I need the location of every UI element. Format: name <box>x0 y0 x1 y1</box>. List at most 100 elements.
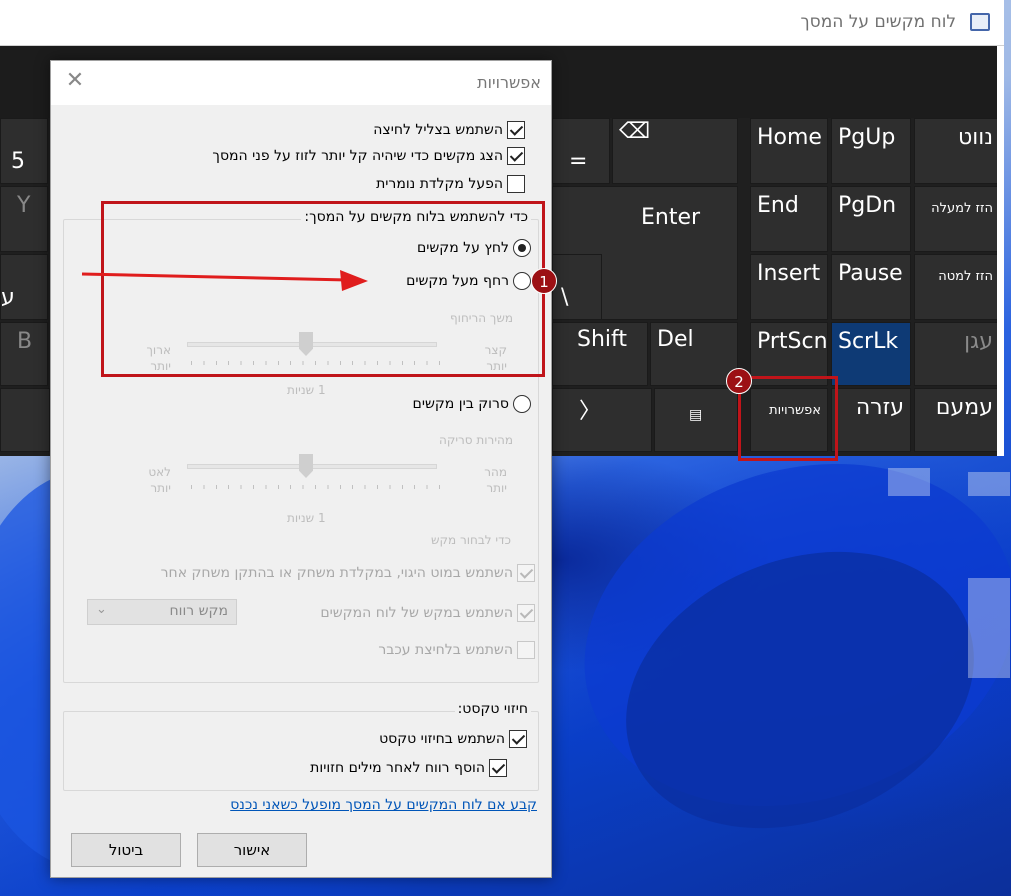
key-label: B <box>17 329 33 354</box>
numpad-checkbox[interactable] <box>507 175 525 193</box>
joystick-label: השתמש במוט היגוי, במקלדת משחק או בהתקן מ… <box>160 565 513 581</box>
key-label: Home <box>757 125 822 150</box>
key-insert[interactable]: Insert <box>750 254 828 320</box>
key-arrow[interactable]: 〉 <box>552 388 652 452</box>
text-prediction-checkbox[interactable] <box>509 730 527 748</box>
scan-speed-value: 1 שניות <box>287 511 326 525</box>
dialog-titlebar: אפשרויות ✕ <box>51 61 551 105</box>
key-menu[interactable]: ▤ <box>654 388 738 452</box>
key-label: עזרה <box>855 395 904 420</box>
numpad-option[interactable]: הפעל מקלדת נומרית <box>376 175 525 193</box>
scan-fast-label-2: יותר <box>486 481 507 495</box>
chevron-right-icon: 〉 <box>579 399 602 424</box>
osk-titlebar: לוח מקשים על המסך <box>0 0 1004 46</box>
scan-keys-label: סרוק בין מקשים <box>412 396 509 412</box>
key-pgdn[interactable]: PgDn <box>831 186 911 252</box>
scan-keys-radio[interactable] <box>513 395 531 413</box>
joystick-option[interactable]: השתמש במוט היגוי, במקלדת משחק או בהתקן מ… <box>161 564 535 582</box>
joystick-checkbox[interactable] <box>517 564 535 582</box>
click-sound-label: השתמש בצליל לחיצה <box>373 122 503 138</box>
desktop-icon[interactable] <box>968 578 1010 678</box>
key-label: Insert <box>757 261 821 286</box>
scan-speed-ticks <box>191 485 441 489</box>
key-nav[interactable]: נווט <box>914 118 1000 184</box>
mouse-click-option[interactable]: השתמש בלחיצת עכבר <box>378 641 535 659</box>
key-space-left[interactable] <box>0 388 50 452</box>
add-space-checkbox[interactable] <box>489 759 507 777</box>
scan-slow-label-2: יותר <box>150 481 171 495</box>
key-label: Y <box>17 193 31 218</box>
desktop-icon[interactable] <box>968 472 1010 496</box>
key-ayin[interactable]: ע <box>0 254 48 320</box>
key-label: PgUp <box>838 125 896 150</box>
osk-window-title: לוח מקשים על המסך <box>800 12 956 32</box>
scan-fast-label: מהר <box>484 465 507 479</box>
key-scrlk[interactable]: ScrLk <box>831 322 911 386</box>
add-space-label: הוסף רווח לאחר מילים חזויות <box>310 760 485 776</box>
radio-scan-keys[interactable]: סרוק בין מקשים <box>413 395 531 413</box>
click-sound-option[interactable]: השתמש בצליל לחיצה <box>373 121 525 139</box>
key-label: PrtScn <box>757 329 828 354</box>
key-label: עגן <box>964 329 993 354</box>
show-keys-label: הצג מקשים כדי שיהיה קל יותר לזוז על פני … <box>212 148 503 164</box>
mouse-click-checkbox[interactable] <box>517 641 535 659</box>
key-home[interactable]: Home <box>750 118 828 184</box>
key-end[interactable]: End <box>750 186 828 252</box>
click-sound-checkbox[interactable] <box>507 121 525 139</box>
backspace-icon: ⌫ <box>619 119 651 144</box>
text-prediction-group-title: חיזוי טקסט: <box>454 701 531 717</box>
arrow-head-icon <box>340 270 368 291</box>
show-keys-option[interactable]: הצג מקשים כדי שיהיה קל יותר לזוז על פני … <box>212 147 525 165</box>
osk-right-edge <box>997 46 1004 456</box>
ok-button[interactable]: אישור <box>197 833 307 867</box>
add-space-option[interactable]: הוסף רווח לאחר מילים חזויות <box>310 759 507 777</box>
key-label: ע <box>1 285 15 310</box>
show-keys-checkbox[interactable] <box>507 147 525 165</box>
scan-key-select[interactable]: מקש רווח ⌄ <box>87 599 237 625</box>
chevron-down-icon: ⌄ <box>96 602 107 617</box>
key-move-down[interactable]: הזז למטה <box>914 254 1000 320</box>
osk-key-checkbox[interactable] <box>517 604 535 622</box>
key-label: 5 <box>11 149 25 174</box>
key-5[interactable]: 5 <box>0 118 48 184</box>
text-prediction-group <box>63 711 539 791</box>
key-label: הזז למטה <box>938 269 993 284</box>
dialog-title: אפשרויות <box>477 73 541 92</box>
key-backslash[interactable]: \ <box>552 254 602 320</box>
key-label: Enter <box>641 205 701 230</box>
key-label: עמעם <box>935 395 993 420</box>
key-shift[interactable]: Shift <box>552 322 648 386</box>
key-label: Shift <box>577 327 628 352</box>
key-dock[interactable]: עגן <box>914 322 1000 386</box>
osk-key-label: השתמש במקש של לוח המקשים <box>320 605 513 621</box>
key-backspace[interactable]: ⌫ <box>612 118 738 184</box>
key-del[interactable]: Del <box>650 322 738 386</box>
key-pause[interactable]: Pause <box>831 254 911 320</box>
key-help[interactable]: עזרה <box>831 388 911 452</box>
key-label: נווט <box>957 125 993 150</box>
key-label: Del <box>657 327 694 352</box>
startup-settings-link[interactable]: קבע אם לוח המקשים על המסך מופעל כשאני נכ… <box>230 797 537 813</box>
osk-key-option[interactable]: השתמש במקש של לוח המקשים <box>320 604 535 622</box>
key-label: PgDn <box>838 193 897 218</box>
options-dialog: אפשרויות ✕ השתמש בצליל לחיצה הצג מקשים כ… <box>50 60 552 878</box>
step-badge-1: 1 <box>531 268 557 294</box>
key-b[interactable]: B <box>0 322 48 386</box>
key-label: הזז למעלה <box>931 201 993 216</box>
menu-icon: ▤ <box>689 407 703 423</box>
key-move-up[interactable]: הזז למעלה <box>914 186 1000 252</box>
mouse-click-label: השתמש בלחיצת עכבר <box>378 642 513 658</box>
annotation-arrow <box>81 270 368 291</box>
hover-duration-value: 1 שניות <box>287 383 326 397</box>
desktop-icon[interactable] <box>888 468 930 496</box>
text-prediction-option[interactable]: השתמש בחיזוי טקסט <box>379 730 527 748</box>
key-equals[interactable]: = <box>552 118 610 184</box>
key-y[interactable]: Y <box>0 186 48 252</box>
close-icon[interactable]: ✕ <box>65 70 85 92</box>
scan-slow-label: לאט <box>148 465 171 479</box>
key-fade[interactable]: עמעם <box>914 388 1000 452</box>
cancel-button[interactable]: ביטול <box>71 833 181 867</box>
numpad-label: הפעל מקלדת נומרית <box>376 176 503 192</box>
arrow-shaft <box>81 272 349 282</box>
key-pgup[interactable]: PgUp <box>831 118 911 184</box>
